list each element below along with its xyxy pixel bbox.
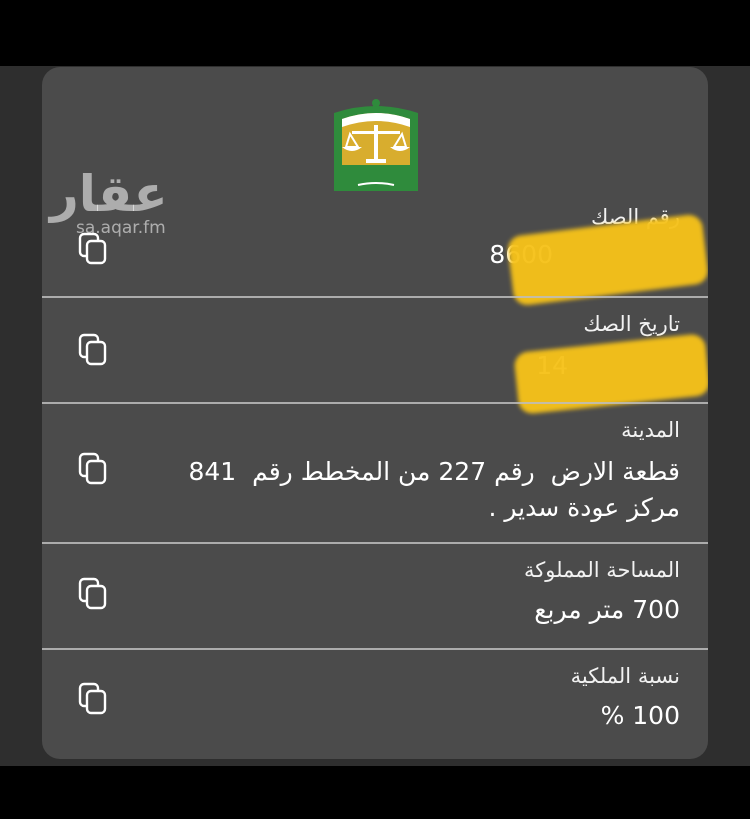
field-ownership-share: نسبة الملكية 100 %	[42, 650, 708, 758]
field-value: 700 متر مربع	[534, 595, 680, 624]
field-label: تاريخ الصك	[583, 312, 680, 336]
copy-icon[interactable]	[78, 682, 108, 716]
copy-icon[interactable]	[78, 333, 108, 367]
top-black-band	[0, 0, 750, 66]
field-city: المدينة قطعة الارض رقم 227 من المخطط رقم…	[42, 404, 708, 542]
field-label: المساحة المملوكة	[524, 558, 680, 582]
copy-icon[interactable]	[78, 577, 108, 611]
field-owned-area: المساحة المملوكة 700 متر مربع	[42, 544, 708, 648]
field-value-line2: مركز عودة سدير .	[488, 493, 680, 522]
bottom-black-band	[0, 766, 750, 819]
field-label: نسبة الملكية	[570, 664, 680, 688]
copy-icon[interactable]	[78, 452, 108, 486]
watermark-logo: عقار	[50, 165, 168, 223]
field-label: المدينة	[621, 418, 680, 442]
field-value-line1: قطعة الارض رقم 227 من المخطط رقم 841	[188, 457, 680, 486]
ministry-of-justice-logo	[334, 99, 418, 191]
field-value: 100 %	[600, 701, 680, 730]
watermark-site: sa.aqar.fm	[76, 218, 166, 238]
